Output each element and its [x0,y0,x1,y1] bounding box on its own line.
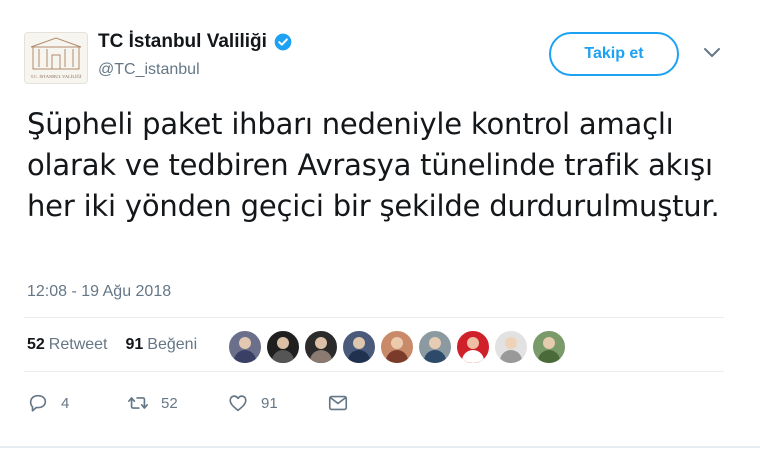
liker-face [429,337,441,349]
like-button[interactable]: 91 [227,392,278,414]
liker-face [543,337,555,349]
tweet-timestamp[interactable]: 12:08 - 19 Ağu 2018 [27,283,171,301]
retweet-stat-count[interactable]: 52 [27,336,45,354]
liker-avatar[interactable] [456,330,490,364]
liker-body [538,350,560,363]
liker-avatar[interactable] [304,330,338,364]
liker-avatar[interactable] [228,330,262,364]
chevron-down-icon[interactable] [702,46,722,60]
avatar-caption: T.C. İSTANBUL VALİLİĞİ [31,74,82,79]
tweet-text: Şüpheli paket ihbarı nedeniyle kontrol a… [27,107,720,223]
retweet-button[interactable]: 52 [127,392,178,414]
reply-count: 4 [61,394,70,412]
liker-face [277,337,289,349]
governorship-building-logo: T.C. İSTANBUL VALİLİĞİ [31,37,82,79]
follow-button[interactable]: Takip et [549,32,679,76]
like-stat-count[interactable]: 91 [126,336,144,354]
liker-avatar[interactable] [418,330,452,364]
liker-face [315,337,327,349]
retweet-stat-label[interactable]: Retweet [49,336,108,354]
heart-icon [229,395,247,412]
liker-face [467,337,479,349]
account-avatar[interactable]: T.C. İSTANBUL VALİLİĞİ [24,32,88,84]
verified-badge-icon [274,33,292,51]
account-handle[interactable]: @TC_istanbul [98,61,200,79]
divider [24,371,724,372]
liker-face [505,337,517,349]
liker-body [234,350,256,363]
direct-message-button[interactable] [327,392,349,414]
tweet-stats: 52 Retweet 91 Beğeni [27,336,197,354]
retweet-count: 52 [161,394,178,412]
liker-avatar[interactable] [380,330,414,364]
liker-avatar[interactable] [532,330,566,364]
liker-body [348,350,370,363]
bottom-border [0,446,760,448]
divider [24,317,724,318]
liker-avatar[interactable] [494,330,528,364]
like-stat-label[interactable]: Beğeni [147,336,197,354]
reply-icon [29,394,47,412]
liker-avatar[interactable] [266,330,300,364]
liker-avatars [228,330,570,364]
liker-body [310,350,332,363]
liker-body [462,350,484,363]
liker-body [272,350,294,363]
account-name-row[interactable]: TC İstanbul Valiliği [98,30,293,54]
liker-face [353,337,365,349]
liker-face [239,337,251,349]
liker-avatar[interactable] [342,330,376,364]
envelope-icon [328,395,348,411]
retweet-icon [128,397,148,409]
liker-body [424,350,446,363]
liker-face [391,337,403,349]
liker-body [386,350,408,363]
reply-button[interactable]: 4 [27,392,69,414]
like-count: 91 [261,394,278,412]
account-name[interactable]: TC İstanbul Valiliği [98,31,267,53]
tweet-card: T.C. İSTANBUL VALİLİĞİ TC İstanbul Valil… [0,0,760,455]
liker-body [500,350,522,363]
